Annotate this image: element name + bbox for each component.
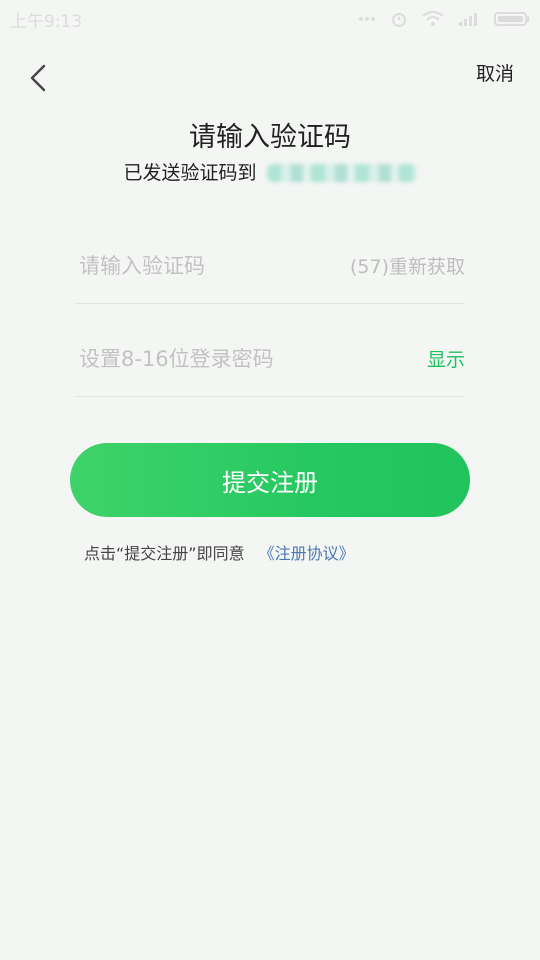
cancel-button[interactable]: 取消 [476, 62, 514, 86]
show-password-button[interactable]: 显示 [427, 347, 465, 373]
more-icon [358, 16, 376, 22]
status-bar: 上午9:13 [0, 0, 540, 38]
agreement-link[interactable]: 《注册协议》 [259, 542, 355, 566]
back-button[interactable] [22, 62, 54, 98]
status-time: 上午9:13 [10, 11, 83, 32]
navigation-bar: 取消 [0, 52, 540, 108]
agreement-text: 点击“提交注册”即同意 [84, 544, 245, 563]
verification-code-input[interactable] [79, 248, 319, 284]
sent-to-label: 已发送验证码到 [123, 162, 257, 184]
password-field: 显示 [75, 305, 465, 397]
battery-icon [494, 11, 530, 27]
chevron-left-icon [28, 63, 48, 97]
page-title: 请输入验证码 [189, 122, 351, 153]
wifi-icon [422, 11, 444, 27]
password-input[interactable] [79, 341, 319, 377]
agreement-line: 点击“提交注册”即同意 《注册协议》 [84, 542, 355, 566]
masked-phone-number [266, 164, 417, 182]
sent-to-line: 已发送验证码到 [0, 158, 540, 188]
verification-code-field: (57)重新获取 [75, 212, 465, 304]
alarm-icon [390, 10, 408, 28]
status-icons [358, 10, 530, 28]
resend-code-button[interactable]: (57)重新获取 [350, 254, 465, 280]
signal-icon [458, 11, 480, 27]
submit-register-button[interactable]: 提交注册 [70, 443, 470, 517]
